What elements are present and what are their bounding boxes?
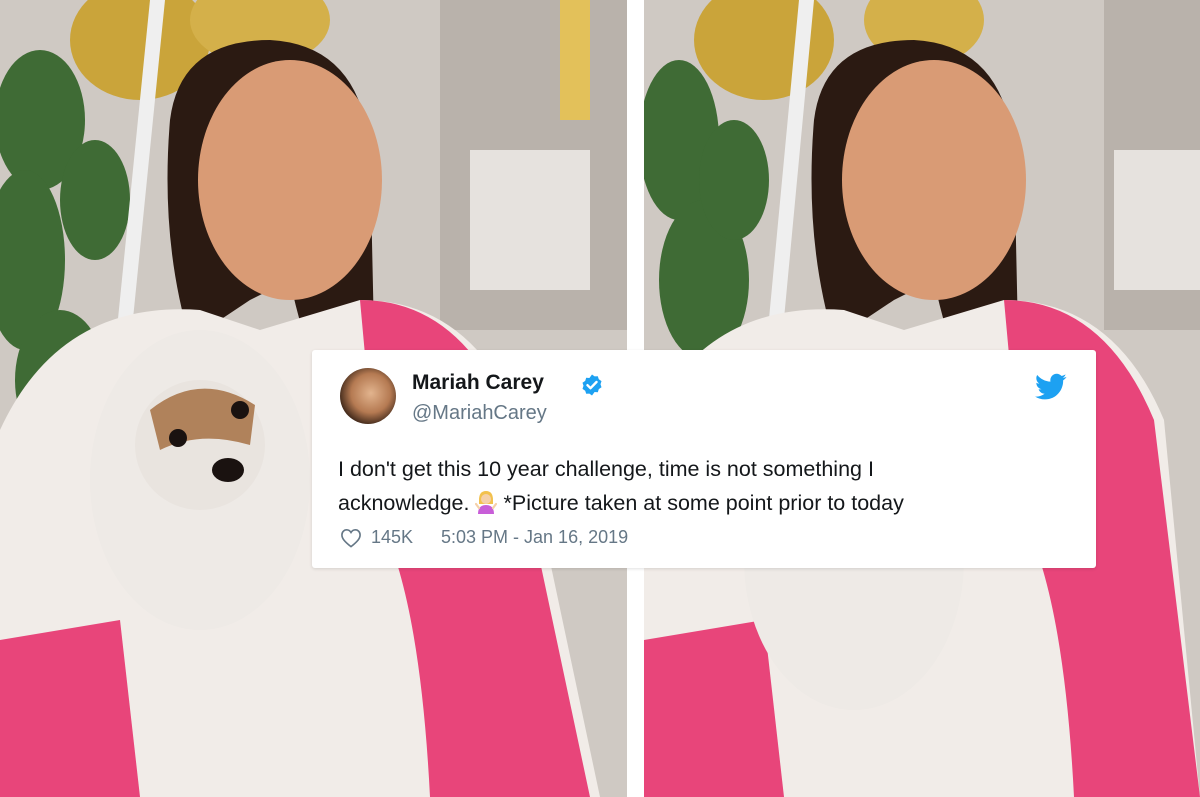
handle[interactable]: @MariahCarey [412, 402, 547, 425]
tweet-text: I don't get this 10 year challenge, time… [338, 452, 1078, 520]
tweet-text-line1: I don't get this 10 year challenge, time… [338, 457, 874, 481]
avatar[interactable] [340, 368, 396, 424]
timestamp[interactable]: 5:03 PM - Jan 16, 2019 [441, 527, 628, 548]
verified-badge-icon [582, 374, 602, 396]
heart-icon[interactable] [340, 528, 362, 548]
twitter-bird-icon[interactable] [1035, 373, 1067, 401]
woman-shrugging-emoji [475, 491, 498, 514]
like-count[interactable]: 145K [371, 527, 413, 548]
tweet-text-line2-start: acknowledge. [338, 491, 470, 515]
tweet-text-line2-end: *Picture taken at some point prior to to… [503, 491, 904, 515]
display-name[interactable]: Mariah Carey [412, 371, 544, 395]
